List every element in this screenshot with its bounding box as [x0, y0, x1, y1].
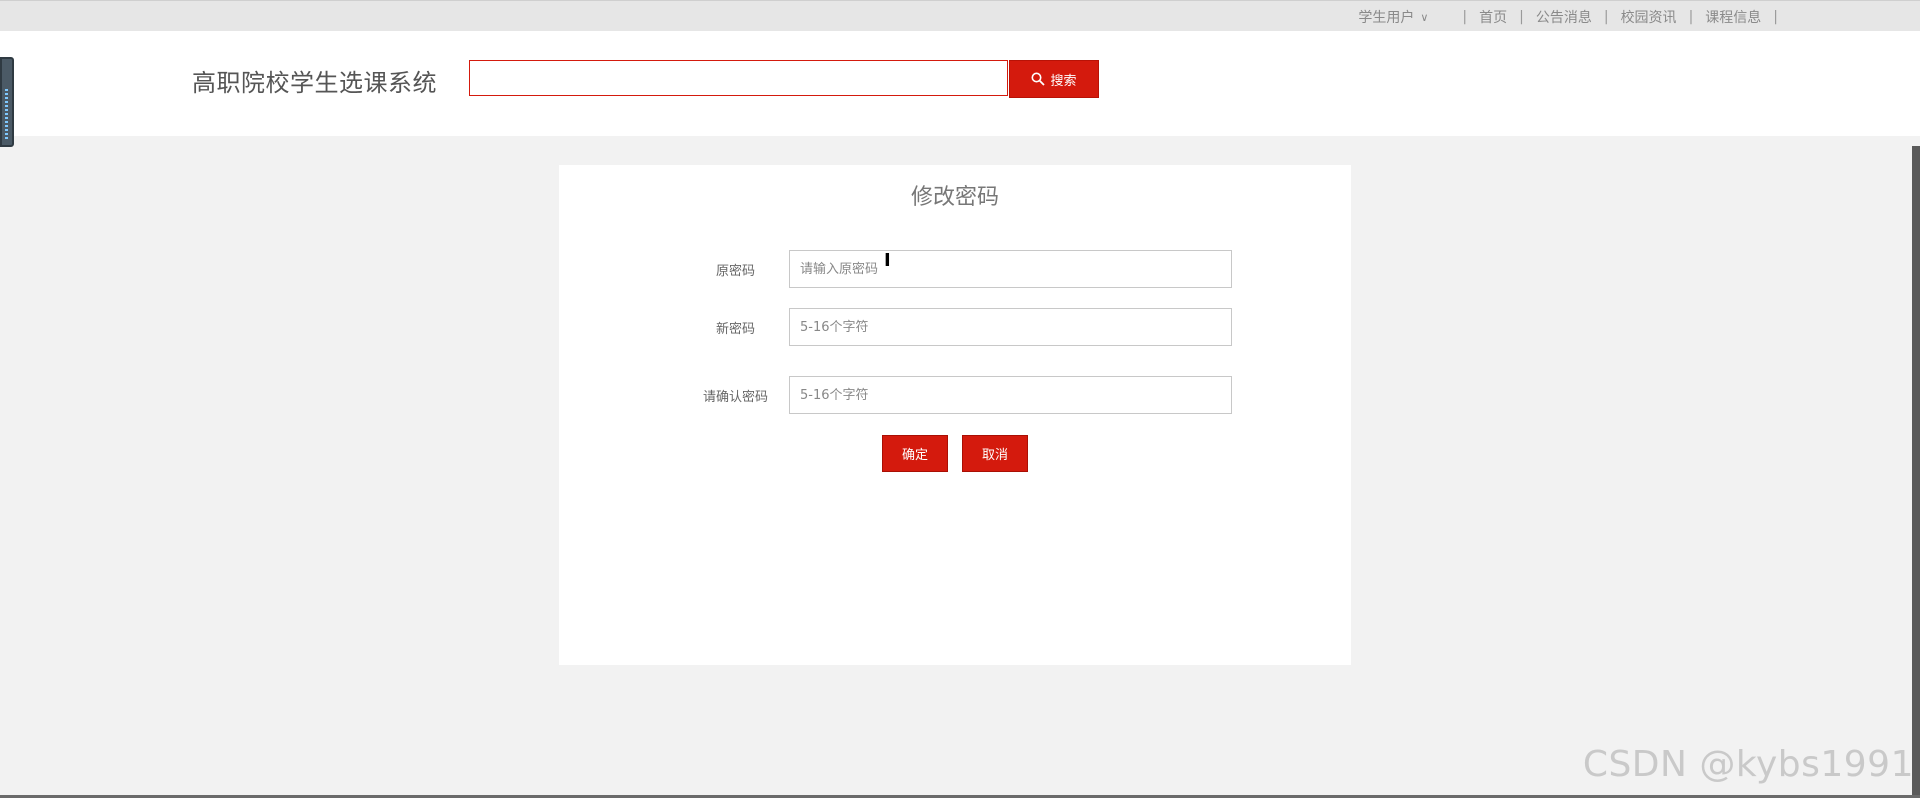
nav-separator: | — [1773, 9, 1778, 25]
nav-link-course-info[interactable]: 课程信息 — [1705, 7, 1761, 27]
nav-link-home[interactable]: 首页 — [1479, 7, 1507, 27]
form-row-confirm-password: 请确认密码 — [559, 376, 1351, 414]
new-password-label: 新密码 — [715, 322, 755, 337]
search-button[interactable]: 搜索 — [1009, 60, 1099, 98]
top-utility-bar: 学生用户 ∨ | 首页 | 公告消息 | 校园资讯 | 课程信息 | — [0, 0, 1920, 31]
nav-separator: | — [1688, 9, 1694, 25]
form-row-new-password: 新密码 — [559, 308, 1351, 346]
text-cursor-icon: I — [884, 250, 891, 271]
confirm-password-field[interactable] — [789, 376, 1232, 414]
change-password-panel: 修改密码 原密码 新密码 请确认密码 确定 取消 — [559, 165, 1351, 665]
new-password-field[interactable] — [789, 308, 1232, 346]
cancel-button[interactable]: 取消 — [962, 435, 1028, 472]
nav-link-announcements[interactable]: 公告消息 — [1536, 7, 1592, 27]
nav-separator: | — [1519, 9, 1524, 25]
side-handle-grip-icon — [5, 89, 8, 139]
confirm-password-label: 请确认密码 — [702, 390, 768, 405]
watermark: CSDN @kybs1991 — [1582, 744, 1914, 785]
chevron-down-icon: ∨ — [1420, 10, 1429, 24]
top-nav: 学生用户 ∨ | 首页 | 公告消息 | 校园资讯 | 课程信息 | — [1358, 7, 1790, 27]
page-title: 修改密码 — [910, 185, 999, 210]
old-password-field[interactable] — [789, 250, 1232, 288]
site-title: 高职院校学生选课系统 — [192, 69, 437, 97]
user-menu[interactable]: 学生用户 ∨ — [1358, 7, 1428, 27]
side-handle[interactable] — [0, 57, 14, 147]
search-icon — [1031, 72, 1046, 86]
nav-link-campus-news[interactable]: 校园资讯 — [1621, 7, 1677, 27]
site-header: 高职院校学生选课系统 搜索 — [0, 31, 1920, 136]
old-password-label: 原密码 — [715, 264, 755, 279]
confirm-button[interactable]: 确定 — [882, 435, 948, 472]
form-row-old-password: 原密码 — [559, 250, 1351, 288]
search-button-label: 搜索 — [1050, 73, 1077, 89]
user-menu-label: 学生用户 — [1358, 10, 1415, 26]
search-input[interactable] — [469, 60, 1008, 96]
vertical-scrollbar[interactable] — [1912, 146, 1920, 796]
nav-separator: | — [1603, 9, 1609, 25]
nav-separator: | — [1462, 9, 1468, 25]
